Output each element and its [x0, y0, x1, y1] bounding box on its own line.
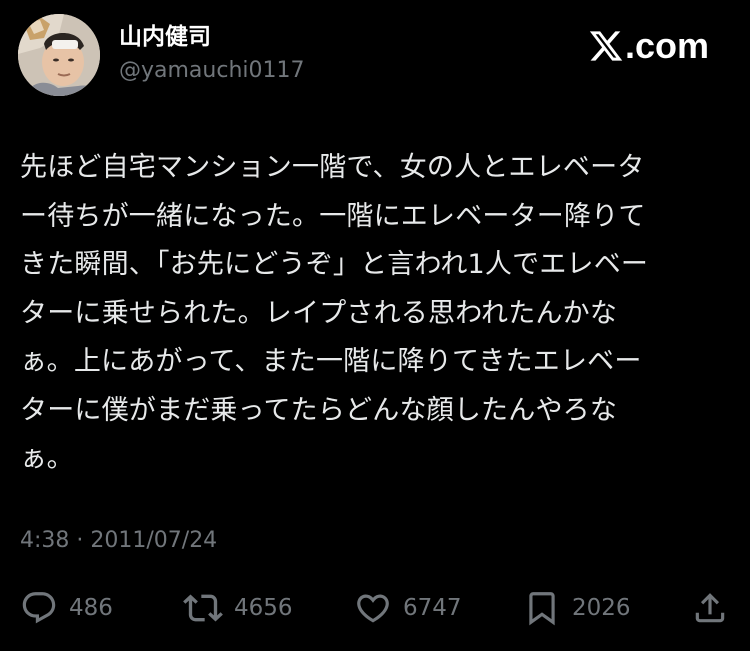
- x-logo-icon: [589, 31, 623, 61]
- heart-icon: [357, 594, 389, 623]
- avatar-photo: [18, 14, 100, 96]
- repost-button[interactable]: 4656: [183, 585, 293, 631]
- tweet-line: ぁ。: [20, 443, 74, 474]
- like-count: 6747: [403, 594, 462, 621]
- bookmark-count: 2026: [572, 594, 631, 621]
- brand-logo: .com: [588, 26, 709, 66]
- bookmark-icon: [529, 592, 555, 626]
- tweet-line: ターに僕がまだ乗ってたらどんな顔したんやろな: [20, 394, 618, 426]
- action-bar: 486 4656 6747 2026: [0, 585, 750, 631]
- share-icon: [695, 593, 725, 623]
- repost-icon: [183, 594, 223, 622]
- bookmark-button[interactable]: 2026: [523, 585, 631, 631]
- reply-icon: [22, 592, 56, 624]
- tweet-line: きた瞬間、「お先にどうぞ」と言われ1人でエレベー: [20, 249, 649, 280]
- reply-count: 486: [69, 594, 113, 621]
- tweet-line: 先ほど自宅マンション一階で、女の人とエレベータ: [20, 152, 645, 183]
- brand-text: .com: [625, 25, 710, 66]
- reply-button[interactable]: 486: [20, 585, 113, 631]
- tweet-line: ぁ。上にあがって、また一階に降りてきたエレベー: [20, 346, 642, 377]
- tweet-text: 先ほど自宅マンション一階で、女の人とエレベータ ー待ちが一緒になった。一階にエレ…: [20, 144, 732, 484]
- avatar[interactable]: [18, 14, 100, 96]
- tweet-timestamp[interactable]: 4:38 · 2011/07/24: [20, 530, 217, 552]
- share-button[interactable]: [691, 585, 729, 631]
- tweet-line: ターに乗せられた。レイプされる思われたんかな: [20, 297, 618, 329]
- tweet-line: ー待ちが一緒になった。一階にエレベーター降りて: [20, 200, 646, 232]
- user-handle[interactable]: @yamauchi0117: [119, 60, 305, 82]
- display-name[interactable]: 山内健司: [119, 26, 211, 49]
- like-button[interactable]: 6747: [354, 585, 462, 631]
- repost-count: 4656: [234, 594, 293, 621]
